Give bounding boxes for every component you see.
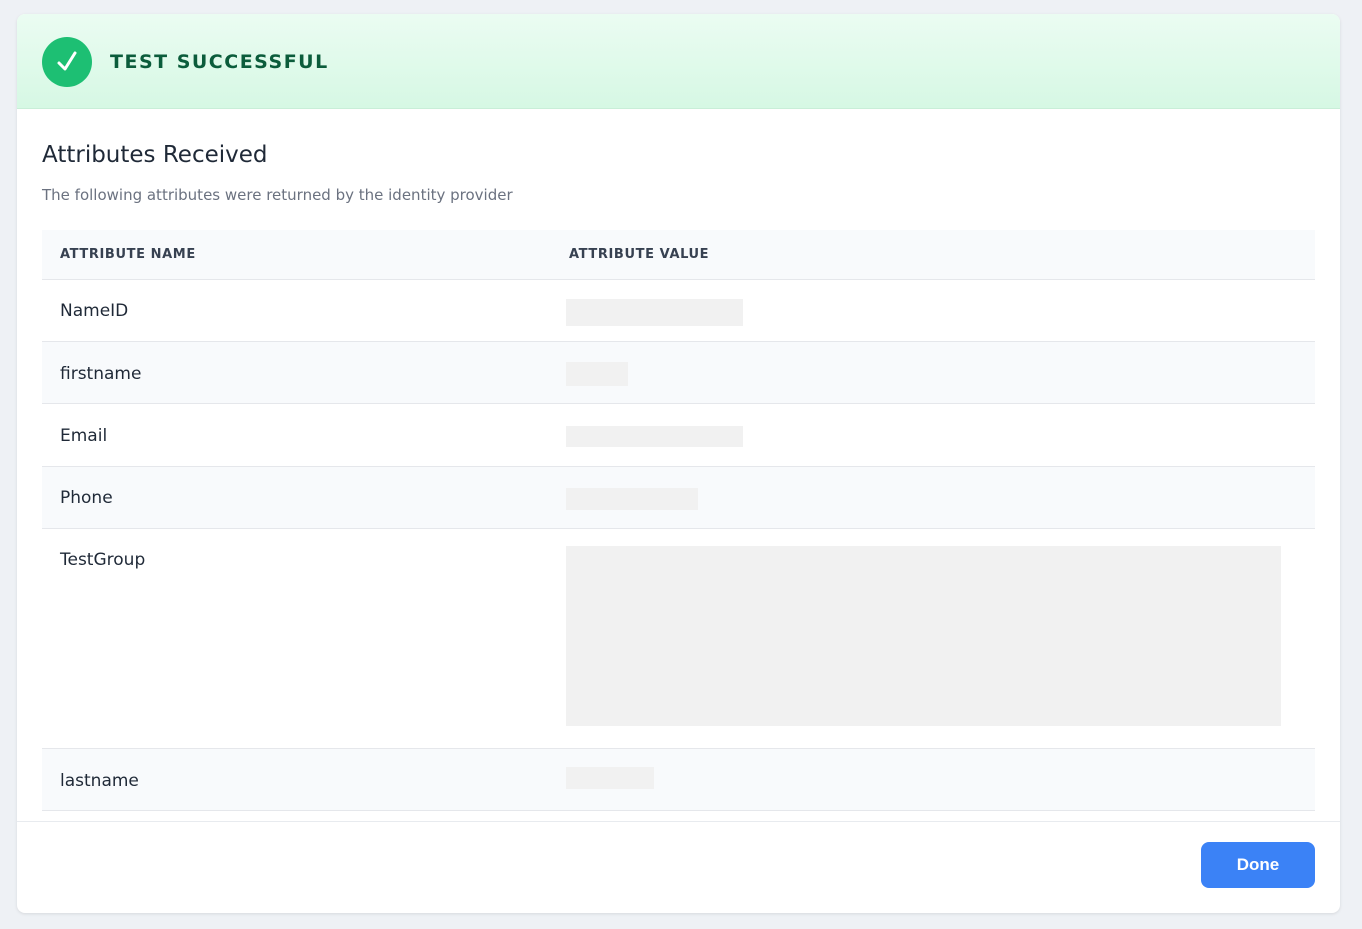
dialog-footer: Done [17, 821, 1340, 913]
success-banner: TEST SUCCESSFUL [17, 14, 1340, 109]
attributes-table: ATTRIBUTE NAME ATTRIBUTE VALUE NameID fi… [42, 230, 1315, 811]
header-attribute-name: ATTRIBUTE NAME [60, 247, 196, 262]
table-row: Email [42, 404, 1315, 467]
table-header: ATTRIBUTE NAME ATTRIBUTE VALUE [42, 230, 1315, 280]
table-row: Phone [42, 467, 1315, 529]
attribute-name: Phone [60, 488, 113, 508]
attribute-name: Email [60, 426, 108, 446]
table-row: firstname [42, 342, 1315, 404]
redacted-value [566, 546, 1281, 726]
section-title: Attributes Received [42, 142, 268, 168]
done-button[interactable]: Done [1201, 842, 1315, 888]
table-row: NameID [42, 280, 1315, 342]
attribute-name: firstname [60, 364, 142, 384]
redacted-value [566, 767, 654, 789]
redacted-value [566, 362, 628, 386]
test-result-dialog: TEST SUCCESSFUL Attributes Received The … [17, 14, 1340, 913]
table-row: lastname [42, 749, 1315, 811]
section-subtitle: The following attributes were returned b… [42, 186, 513, 204]
banner-title: TEST SUCCESSFUL [110, 51, 329, 73]
check-icon [42, 37, 92, 87]
header-attribute-value: ATTRIBUTE VALUE [569, 247, 710, 262]
redacted-value [566, 426, 743, 447]
attribute-name: NameID [60, 301, 129, 321]
attribute-name: TestGroup [60, 550, 146, 570]
redacted-value [566, 299, 743, 326]
table-row: TestGroup [42, 529, 1315, 749]
redacted-value [566, 488, 698, 510]
attribute-name: lastname [60, 771, 139, 791]
